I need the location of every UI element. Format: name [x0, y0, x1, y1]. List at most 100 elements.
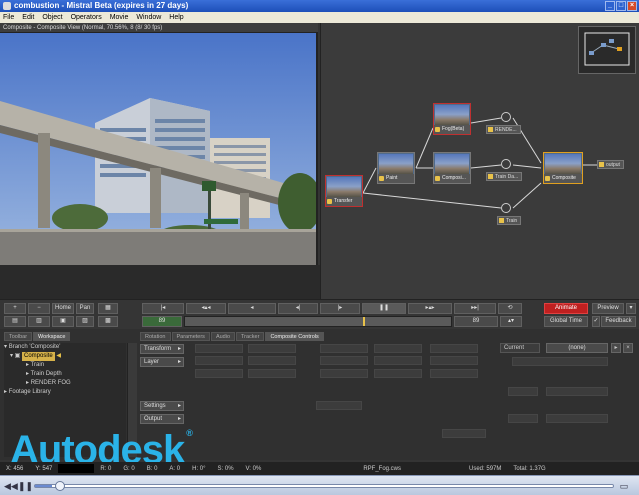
schematic-navigator[interactable] [578, 26, 636, 74]
prev-key-button[interactable]: ◂▴◂ [186, 303, 226, 314]
fit-button[interactable]: ▦ [98, 303, 118, 314]
menu-object[interactable]: Object [42, 14, 62, 21]
param-button-1[interactable] [316, 401, 362, 410]
animate-button[interactable]: Animate [544, 303, 588, 314]
param-field-2[interactable] [248, 344, 296, 353]
layer-button[interactable]: Layer [140, 357, 184, 367]
next-key-button[interactable]: ▸▴▸ [408, 303, 452, 314]
fullscreen-icon[interactable]: ▭ [618, 480, 630, 492]
node-footage[interactable]: Transfer [325, 175, 363, 207]
feedback-checkbox[interactable]: ✓ [592, 316, 600, 327]
param-button-2[interactable] [442, 429, 486, 438]
param-dropdown-b[interactable] [546, 414, 608, 423]
node-output[interactable]: output [597, 160, 624, 169]
node-composite-main[interactable]: Composite [543, 152, 583, 184]
preview-menu-button[interactable]: ▾ [626, 303, 636, 314]
param-field-1[interactable] [195, 344, 243, 353]
param-field-3[interactable] [320, 344, 368, 353]
param-field-5[interactable] [430, 344, 478, 353]
zoom-in-button[interactable]: + [4, 303, 26, 314]
seek-bar[interactable] [34, 481, 614, 491]
menu-edit[interactable]: Edit [22, 14, 34, 21]
tab-parameters[interactable]: Parameters [171, 332, 210, 341]
zoom-out-button[interactable]: − [28, 303, 50, 314]
end-frame-button[interactable]: ▸▸| [454, 303, 496, 314]
current-add-button[interactable]: ▸ [611, 343, 621, 353]
view-e-button[interactable]: ▩ [98, 316, 118, 327]
node-train[interactable]: Train [497, 216, 522, 225]
frame-end-spinner[interactable]: ▴▾ [500, 316, 522, 327]
frame-end-field[interactable]: 89 [454, 316, 498, 327]
step-forward-button[interactable]: |▸ [320, 303, 360, 314]
timeline-scrubber[interactable] [184, 316, 452, 327]
param-field-14[interactable] [374, 369, 422, 378]
loop-button[interactable]: ⟲ [498, 303, 522, 314]
param-field-13[interactable] [320, 369, 368, 378]
step-back-button[interactable]: ◂| [278, 303, 318, 314]
play-reverse-button[interactable]: ◂ [228, 303, 276, 314]
home-frame-button[interactable]: |◂ [142, 303, 184, 314]
tree-branch[interactable]: ▾ Branch 'Composite' [4, 343, 126, 352]
port-train[interactable] [501, 203, 511, 213]
node-render[interactable]: RENDE... [486, 125, 521, 134]
rewind-icon[interactable]: ◀◀ [4, 480, 18, 492]
close-button[interactable]: × [627, 1, 637, 11]
frame-start-field[interactable]: 89 [142, 316, 182, 327]
pause-button[interactable]: ❚❚ [362, 303, 406, 314]
tab-toolbar[interactable]: Toolbar [4, 332, 33, 341]
tab-composite-controls[interactable]: Composite Controls [265, 332, 324, 341]
param-field-10[interactable] [430, 356, 478, 365]
tree-render-fog[interactable]: ▸ RENDER FOG [4, 379, 126, 388]
param-field-7[interactable] [248, 356, 296, 365]
tree-composite[interactable]: ▾ ▣ Composite ◀ [4, 352, 126, 361]
view-a-button[interactable]: ▤ [4, 316, 26, 327]
menu-movie[interactable]: Movie [110, 14, 129, 21]
node-train-depth[interactable]: Train Da... [486, 172, 523, 181]
schematic-view[interactable]: Transfer Paint Fog(Beta) Composi... Comp… [320, 23, 639, 299]
transform-button[interactable]: Transform [140, 344, 184, 354]
param-field-9[interactable] [374, 356, 422, 365]
port-train-depth[interactable] [501, 159, 511, 169]
tree-train-depth[interactable]: ▸ Train Depth [4, 370, 126, 379]
view-b-button[interactable]: ▥ [28, 316, 50, 327]
maximize-button[interactable]: □ [616, 1, 626, 11]
tab-audio[interactable]: Audio [210, 332, 236, 341]
seek-knob[interactable] [55, 481, 66, 491]
current-name-field[interactable] [512, 357, 608, 366]
current-dropdown[interactable]: (none) [546, 343, 608, 353]
timeline-playhead[interactable] [363, 317, 365, 326]
feedback-button[interactable]: Feedback [601, 316, 636, 327]
param-field-11[interactable] [195, 369, 243, 378]
node-paint[interactable]: Paint [377, 152, 415, 184]
tree-train[interactable]: ▸ Train [4, 361, 126, 370]
node-composite-mid[interactable]: Composi... [433, 152, 471, 184]
tab-workspace[interactable]: Workspace [33, 332, 71, 341]
preview-button[interactable]: Preview [592, 303, 624, 314]
view-c-button[interactable]: ▣ [52, 316, 74, 327]
param-field-12[interactable] [248, 369, 296, 378]
node-fog[interactable]: Fog(Beta) [433, 103, 471, 135]
view-d-button[interactable]: ▨ [76, 316, 94, 327]
pan-button[interactable]: Pan [76, 303, 94, 314]
menu-help[interactable]: Help [169, 14, 183, 21]
port-render[interactable] [501, 112, 511, 122]
current-remove-button[interactable]: × [623, 343, 633, 353]
menu-operators[interactable]: Operators [71, 14, 102, 21]
tree-footage-library[interactable]: ▸ Footage Library [4, 388, 126, 397]
composite-viewer[interactable] [0, 33, 318, 265]
minimize-button[interactable]: _ [605, 1, 615, 11]
param-field-4[interactable] [374, 344, 422, 353]
param-field-8[interactable] [320, 356, 368, 365]
menu-window[interactable]: Window [136, 14, 161, 21]
tab-tracker[interactable]: Tracker [236, 332, 265, 341]
home-button[interactable]: Home [52, 303, 74, 314]
pause-icon[interactable]: ❚❚ [18, 480, 33, 492]
settings-button[interactable]: Settings [140, 401, 184, 411]
param-dropdown-a[interactable] [546, 387, 608, 396]
tab-rotation[interactable]: Rotation [140, 332, 171, 341]
global-time-button[interactable]: Global Time [544, 316, 588, 327]
output-button[interactable]: Output [140, 414, 184, 424]
param-field-15[interactable] [430, 369, 478, 378]
param-field-6[interactable] [195, 356, 243, 365]
menu-file[interactable]: File [3, 14, 14, 21]
